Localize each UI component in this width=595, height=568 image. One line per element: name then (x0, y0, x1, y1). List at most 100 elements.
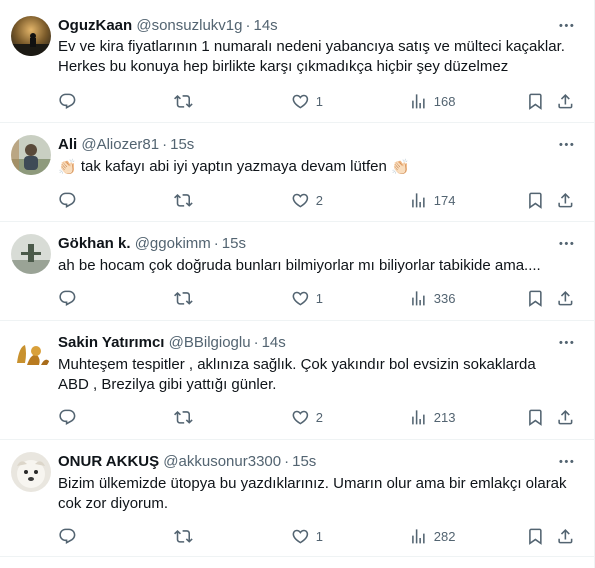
separator-dot: · (162, 136, 168, 153)
views-button[interactable]: 282 (409, 526, 455, 546)
share-button[interactable] (556, 407, 575, 427)
timestamp[interactable]: 15s (170, 136, 194, 153)
clapping-hands-emoji: 👏🏻 (391, 159, 410, 176)
more-button[interactable] (556, 451, 576, 471)
retweet-button[interactable] (174, 190, 193, 210)
more-icon (557, 452, 576, 471)
display-name[interactable]: Ali (58, 136, 77, 153)
display-name[interactable]: Sakin Yatırımcı (58, 334, 164, 351)
share-icon (556, 289, 575, 308)
more-icon (557, 16, 576, 35)
tweet-text-line: Muhteşem tespitler , aklınıza sağlık. Ço… (58, 356, 536, 373)
more-button[interactable] (556, 15, 576, 35)
share-button[interactable] (556, 526, 575, 546)
display-name[interactable]: ONUR AKKUŞ (58, 453, 159, 470)
like-count: 1 (315, 290, 323, 306)
bookmark-button[interactable] (526, 288, 545, 308)
reply-icon (58, 92, 77, 111)
like-button[interactable]: 1 (291, 91, 323, 111)
retweet-button[interactable] (174, 526, 193, 546)
bookmark-button[interactable] (526, 407, 545, 427)
action-bar: 1 282 (58, 526, 578, 546)
avatar[interactable] (11, 452, 51, 492)
like-button[interactable]: 2 (291, 407, 323, 427)
retweet-button[interactable] (174, 288, 193, 308)
like-count: 2 (315, 409, 323, 425)
views-count: 282 (433, 528, 456, 544)
tweet[interactable]: OguzKaan @sonsuzlukv1g · 14s Ev ve kira fi… (0, 0, 594, 123)
tweet[interactable]: ONUR AKKUŞ @akkusonur3300 · 15s Bizim ülke… (0, 440, 594, 557)
reply-button[interactable] (58, 288, 77, 308)
retweet-button[interactable] (174, 407, 193, 427)
avatar[interactable] (11, 333, 51, 373)
share-icon (556, 191, 575, 210)
like-button[interactable]: 1 (291, 526, 323, 546)
like-icon (291, 527, 310, 546)
views-button[interactable]: 168 (409, 91, 455, 111)
action-bar: 1 168 (58, 91, 578, 111)
reply-button[interactable] (58, 407, 77, 427)
tweet-text-line: Ev ve kira fiyatlarının 1 numaralı neden… (58, 38, 565, 55)
user-handle[interactable]: @sonsuzlukv1g (136, 17, 242, 34)
action-bar: 2 213 (58, 407, 578, 427)
reply-button[interactable] (58, 91, 77, 111)
user-handle[interactable]: @ggokimm (135, 235, 211, 252)
tweet-header: ONUR AKKUŞ @akkusonur3300 · 15s (58, 452, 316, 472)
share-button[interactable] (556, 190, 575, 210)
retweet-icon (174, 289, 193, 308)
tweet-text: Ev ve kira fiyatlarının 1 numaralı neden… (58, 37, 578, 77)
bookmark-button[interactable] (526, 526, 545, 546)
tweet-text-line: ABD , Brezilya gibi yattığı günler. (58, 376, 277, 393)
views-count: 213 (433, 409, 456, 425)
like-icon (291, 92, 310, 111)
more-button[interactable] (556, 332, 576, 352)
more-button[interactable] (556, 233, 576, 253)
tweet-text: 👏🏻 tak kafayı abi iyi yaptın yazmaya dev… (58, 157, 578, 178)
user-handle[interactable]: @Aliozer81 (81, 136, 159, 153)
more-icon (557, 135, 576, 154)
views-button[interactable]: 213 (409, 407, 455, 427)
tweet-text-line: Herkes bu konuya hep birlikte karşı çıkm… (58, 58, 509, 75)
bookmark-button[interactable] (526, 190, 545, 210)
retweet-icon (174, 408, 193, 427)
timestamp[interactable]: 15s (222, 235, 246, 252)
tweet-text: Bizim ülkemizde ütopya bu yazdıklarınız.… (58, 474, 578, 514)
more-button[interactable] (556, 134, 576, 154)
reply-button[interactable] (58, 526, 77, 546)
views-icon (409, 527, 428, 546)
share-button[interactable] (556, 288, 575, 308)
display-name[interactable]: OguzKaan (58, 17, 132, 34)
timestamp[interactable]: 14s (253, 17, 277, 34)
views-button[interactable]: 174 (409, 190, 455, 210)
bookmark-icon (526, 191, 545, 210)
bookmark-button[interactable] (526, 91, 545, 111)
like-count: 1 (315, 93, 323, 109)
user-handle[interactable]: @BBilgioglu (169, 334, 251, 351)
tweet[interactable]: Sakin Yatırımcı @BBilgioglu · 14s Muhteşem… (0, 321, 594, 440)
reply-icon (58, 408, 77, 427)
bookmark-icon (526, 92, 545, 111)
bookmark-icon (526, 408, 545, 427)
reply-button[interactable] (58, 190, 77, 210)
timestamp[interactable]: 14s (262, 334, 286, 351)
tweet[interactable]: Gökhan k. @ggokimm · 15s ah be hocam çok d… (0, 222, 594, 321)
timestamp[interactable]: 15s (292, 453, 316, 470)
share-button[interactable] (556, 91, 575, 111)
avatar[interactable] (11, 135, 51, 175)
like-button[interactable]: 2 (291, 190, 323, 210)
retweet-button[interactable] (174, 91, 193, 111)
views-icon (409, 92, 428, 111)
display-name[interactable]: Gökhan k. (58, 235, 131, 252)
avatar[interactable] (11, 16, 51, 56)
like-button[interactable]: 1 (291, 288, 323, 308)
tweet[interactable]: Ali @Aliozer81 · 15s 👏🏻 tak kafayı abi iyi… (0, 123, 594, 222)
retweet-icon (174, 527, 193, 546)
tweet-text-line: ah be hocam çok doğruda bunları bilmiyor… (58, 257, 541, 274)
views-button[interactable]: 336 (409, 288, 455, 308)
separator-dot: · (213, 235, 219, 252)
tweet-header: Sakin Yatırımcı @BBilgioglu · 14s (58, 333, 286, 353)
like-icon (291, 408, 310, 427)
user-handle[interactable]: @akkusonur3300 (163, 453, 281, 470)
avatar[interactable] (11, 234, 51, 274)
like-count: 1 (315, 528, 323, 544)
